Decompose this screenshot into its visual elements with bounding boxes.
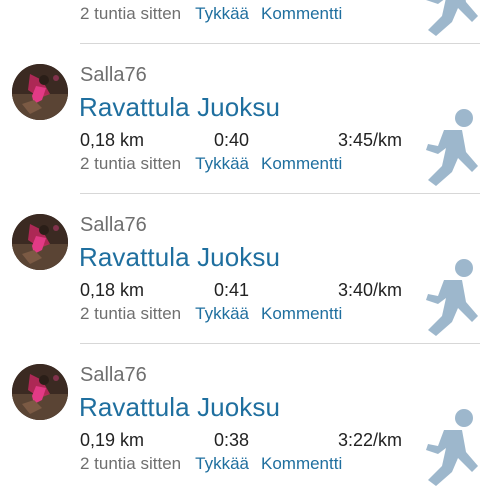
username[interactable]: Salla76 [80,64,147,86]
feed-entry[interactable]: Salla76 Ravattula Juoksu 0,19 km 0:38 3:… [0,344,480,494]
like-link[interactable]: Tykkää [195,4,249,23]
avatar[interactable] [12,64,68,120]
duration-value: 0:40 [214,130,250,150]
time-ago: 2 tuntia sitten [80,304,182,323]
pace-value: 3:22/km [338,430,403,450]
like-link[interactable]: Tykkää [195,304,249,323]
entry-meta: 2 tuntia sitten Tykkää Kommentti [80,454,342,474]
entry-meta: 2 tuntia sitten Tykkää Kommentti [80,154,342,174]
username[interactable]: Salla76 [80,364,147,386]
feed-entry[interactable]: 2 tuntia sitten Tykkää Kommentti [0,0,480,44]
activity-title[interactable]: Ravattula Juoksu [79,392,280,422]
duration-value: 0:38 [214,430,250,450]
avatar[interactable] [12,214,68,270]
like-link[interactable]: Tykkää [195,154,249,173]
avatar[interactable] [12,364,68,420]
distance-value: 0,18 km [80,130,145,150]
runner-icon [418,0,480,38]
time-ago: 2 tuntia sitten [80,154,182,173]
pace-value: 3:40/km [338,280,403,300]
feed-entry[interactable]: Salla76 Ravattula Juoksu 0,18 km 0:40 3:… [0,44,480,194]
entry-meta: 2 tuntia sitten Tykkää Kommentti [80,304,342,324]
entry-meta: 2 tuntia sitten Tykkää Kommentti [80,4,342,24]
runner-icon [418,246,480,338]
comment-link[interactable]: Kommentti [261,304,342,323]
comment-link[interactable]: Kommentti [261,154,342,173]
activity-feed: 2 tuntia sitten Tykkää Kommentti Salla76 R… [0,0,480,486]
time-ago: 2 tuntia sitten [80,4,182,23]
distance-value: 0,19 km [80,430,145,450]
duration-value: 0:41 [214,280,250,300]
runner-icon [418,396,480,488]
distance-value: 0,18 km [80,280,145,300]
feed-entry[interactable]: Salla76 Ravattula Juoksu 0,18 km 0:41 3:… [0,194,480,344]
like-link[interactable]: Tykkää [195,454,249,473]
activity-title[interactable]: Ravattula Juoksu [79,92,280,122]
time-ago: 2 tuntia sitten [80,454,182,473]
activity-title[interactable]: Ravattula Juoksu [79,242,280,272]
pace-value: 3:45/km [338,130,403,150]
runner-icon [418,96,480,188]
comment-link[interactable]: Kommentti [261,4,342,23]
username[interactable]: Salla76 [80,214,147,236]
comment-link[interactable]: Kommentti [261,454,342,473]
